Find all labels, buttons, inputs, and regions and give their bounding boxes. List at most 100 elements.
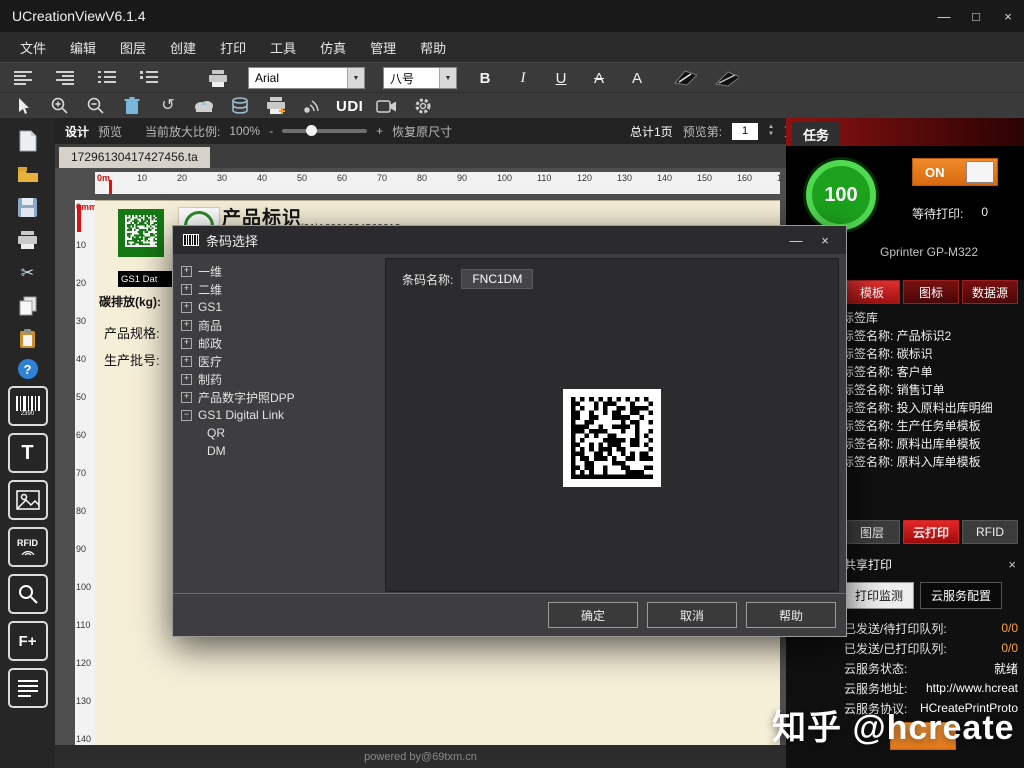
tab-1[interactable]: 模板 — [844, 280, 900, 304]
menu-item-5[interactable]: 打印 — [208, 33, 258, 62]
label-template-item[interactable]: 标签名称: 原料入库单模板 — [842, 452, 1022, 470]
tree-node[interactable]: +一维 — [181, 262, 377, 280]
expand-icon[interactable]: + — [181, 284, 192, 295]
print-on-toggle[interactable]: ON — [912, 158, 998, 186]
cloud-upload-icon[interactable] — [192, 95, 216, 117]
open-folder-icon[interactable] — [15, 161, 41, 187]
close-button[interactable]: × — [992, 0, 1024, 32]
page-spinner-arrows[interactable]: ▲▼ — [768, 124, 774, 138]
menu-item-6[interactable]: 工具 — [258, 33, 308, 62]
new-document-icon[interactable] — [15, 128, 41, 154]
label-template-item[interactable]: 标签名称: 原料出库单模板 — [842, 434, 1022, 452]
tab-design[interactable]: 设计 — [65, 123, 89, 140]
print-icon[interactable] — [15, 227, 41, 253]
undo-icon[interactable]: ↺ — [156, 95, 180, 117]
camera-icon[interactable] — [375, 95, 399, 117]
label-template-item[interactable]: 标签名称: 销售订单 — [842, 380, 1022, 398]
tree-leaf[interactable]: QR — [181, 424, 377, 442]
font-size-select[interactable]: 八号 ▼ — [383, 67, 457, 89]
menu-item-1[interactable]: 文件 — [8, 33, 58, 62]
tree-node[interactable]: −GS1 Digital Link — [181, 406, 377, 424]
tab-task[interactable]: 任务 — [792, 122, 840, 146]
canvas-datamatrix-green[interactable] — [118, 209, 164, 257]
preview-page-input[interactable]: 1 — [732, 123, 758, 140]
number-list-icon[interactable] — [138, 69, 162, 87]
tab-preview[interactable]: 预览 — [98, 123, 122, 140]
cut-icon[interactable]: ✂ — [15, 260, 41, 286]
dialog-close-button[interactable]: × — [814, 233, 836, 248]
label-template-item[interactable]: 标签名称: 投入原料出库明细 — [842, 398, 1022, 416]
print-monitor-button[interactable]: 打印监测 — [844, 582, 914, 609]
strikethrough-button[interactable]: A — [589, 70, 609, 87]
text-tool[interactable]: T — [8, 433, 48, 473]
canvas-field-spec[interactable]: 产品规格: — [104, 323, 160, 342]
label-template-item[interactable]: 标签名称: 客户单 — [842, 362, 1022, 380]
menu-item-9[interactable]: 帮助 — [408, 33, 458, 62]
maximize-button[interactable]: □ — [960, 0, 992, 32]
zoom-in-icon[interactable] — [48, 95, 72, 117]
minimize-button[interactable]: — — [928, 0, 960, 32]
label-template-item[interactable]: 标签名称: 产品标识2 — [842, 326, 1022, 344]
expand-icon[interactable]: + — [181, 356, 192, 367]
ok-button[interactable]: 确定 — [548, 602, 638, 628]
menu-item-8[interactable]: 管理 — [358, 33, 408, 62]
cloud-config-button[interactable]: 云服务配置 — [920, 582, 1002, 609]
menu-item-7[interactable]: 仿真 — [308, 33, 358, 62]
canvas-field-batch[interactable]: 生产批号: — [104, 350, 160, 369]
udi-tool[interactable]: UDI — [336, 98, 363, 115]
underline-button[interactable]: U — [551, 70, 571, 87]
zoom-minus-button[interactable]: - — [269, 124, 273, 138]
italic-button[interactable]: I — [513, 70, 533, 87]
expand-icon[interactable]: + — [181, 266, 192, 277]
zoom-out-icon[interactable] — [84, 95, 108, 117]
expand-icon[interactable]: + — [181, 374, 192, 385]
chevron-down-icon[interactable]: ▼ — [347, 68, 364, 88]
tree-node[interactable]: +商品 — [181, 316, 377, 334]
menu-item-2[interactable]: 编辑 — [58, 33, 108, 62]
font-color-button[interactable]: A — [627, 70, 647, 87]
cancel-button[interactable]: 取消 — [647, 602, 737, 628]
tree-node[interactable]: +制药 — [181, 370, 377, 388]
tree-node[interactable]: +邮政 — [181, 334, 377, 352]
restore-size-button[interactable]: 恢复原尺寸 — [392, 123, 452, 140]
help-button[interactable]: 帮助 — [746, 602, 836, 628]
tree-node[interactable]: +GS1 — [181, 298, 377, 316]
zoom-slider-thumb[interactable] — [306, 125, 317, 136]
barcode-tool[interactable]: 2390 — [8, 386, 48, 426]
zoom-slider[interactable] — [282, 129, 367, 133]
align-left-icon[interactable] — [12, 69, 36, 87]
tree-leaf[interactable]: DM — [181, 442, 377, 460]
lower-tab-2[interactable]: 云打印 — [903, 520, 959, 544]
canvas-field-carbon[interactable]: 碳排放(kg): — [99, 293, 161, 310]
help-icon[interactable]: ? — [18, 359, 38, 379]
expand-icon[interactable]: + — [181, 320, 192, 331]
toggle-knob[interactable] — [966, 161, 994, 183]
tree-node[interactable]: +二维 — [181, 280, 377, 298]
ink-brush-icon[interactable] — [673, 69, 697, 87]
print-setup-icon[interactable] — [206, 69, 230, 87]
gear-icon[interactable] — [411, 95, 435, 117]
tree-node[interactable]: +产品数字护照DPP — [181, 388, 377, 406]
tree-node[interactable]: +医疗 — [181, 352, 377, 370]
save-icon[interactable] — [15, 194, 41, 220]
expand-icon[interactable]: + — [181, 302, 192, 313]
zoom-plus-button[interactable]: + — [376, 124, 383, 138]
select-cursor-icon[interactable] — [12, 95, 36, 117]
label-template-item[interactable]: 标签名称: 生产任务单模板 — [842, 416, 1022, 434]
document-list-tool[interactable] — [8, 668, 48, 708]
collapse-icon[interactable]: − — [181, 410, 192, 421]
database-icon[interactable] — [228, 95, 252, 117]
rfid-signal-icon[interactable] — [300, 95, 324, 117]
tab-2[interactable]: 图标 — [903, 280, 959, 304]
delete-trash-icon[interactable] — [120, 95, 144, 117]
paste-icon[interactable] — [15, 326, 41, 352]
ink-stamp-icon[interactable] — [715, 69, 739, 87]
dialog-minimize-button[interactable]: — — [785, 233, 807, 248]
copy-icon[interactable] — [15, 293, 41, 319]
menu-item-4[interactable]: 创建 — [158, 33, 208, 62]
menu-item-3[interactable]: 图层 — [108, 33, 158, 62]
expand-icon[interactable]: + — [181, 338, 192, 349]
chevron-down-icon[interactable]: ▼ — [439, 68, 456, 88]
dialog-title-bar[interactable]: 条码选择 — × — [173, 226, 846, 254]
document-tab[interactable]: 17296130417427456.ta — [59, 147, 210, 168]
